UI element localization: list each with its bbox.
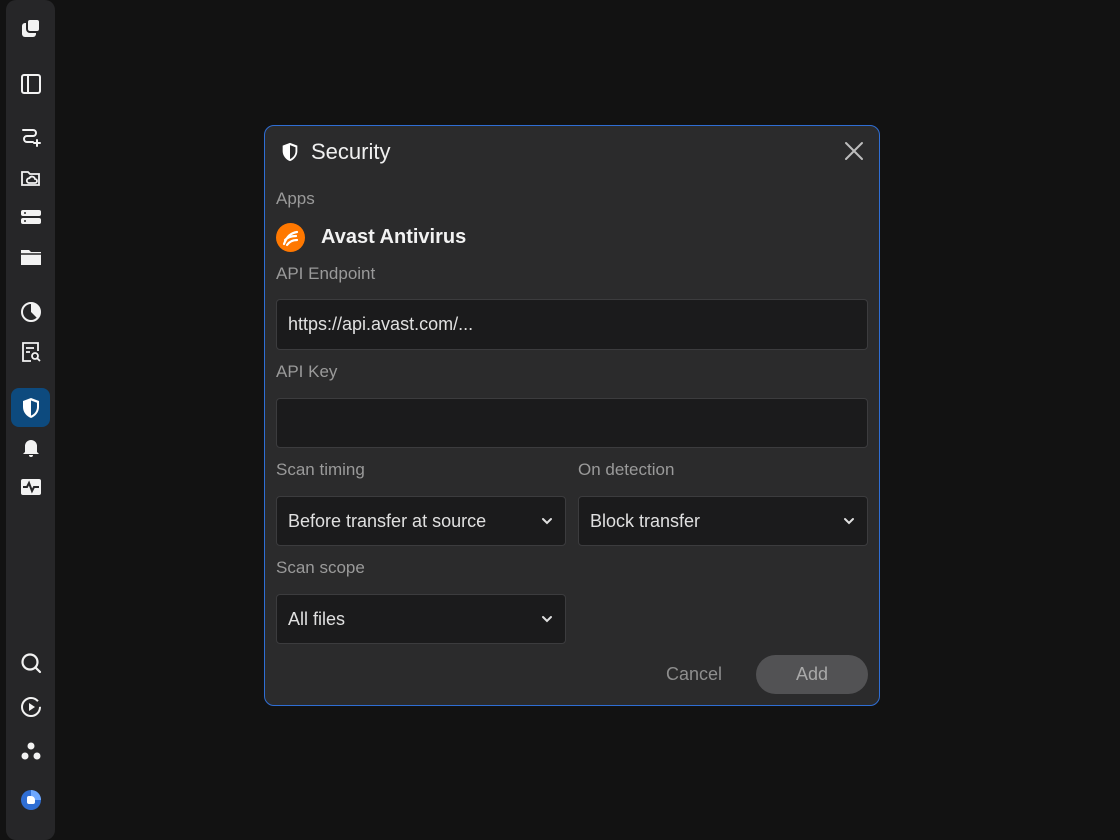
dialog-header: Security	[279, 138, 390, 166]
dialog-title: Security	[311, 139, 391, 164]
scan-scope-label: Scan scope	[276, 558, 365, 577]
api-key-label: API Key	[276, 362, 338, 381]
app-item: Avast Antivirus	[276, 223, 466, 252]
storage-icon[interactable]	[11, 197, 50, 236]
avast-logo-icon	[276, 223, 305, 252]
scan-timing-label: Scan timing	[276, 460, 365, 479]
chevron-down-icon	[542, 518, 552, 525]
endpoint-label: API Endpoint	[276, 264, 376, 283]
stack-logo-icon[interactable]	[11, 8, 50, 47]
brand-logo-icon[interactable]	[11, 780, 50, 819]
cancel-button[interactable]: Cancel	[664, 654, 724, 694]
search-log-icon[interactable]	[11, 332, 50, 371]
scan-timing-value: Before transfer at source	[288, 510, 487, 531]
on-detection-select[interactable]: Block transfer	[578, 496, 868, 546]
shield-icon	[282, 142, 298, 162]
sidebar	[6, 0, 55, 840]
scan-scope-value: All files	[288, 608, 346, 629]
chevron-down-icon	[844, 518, 854, 525]
app-name: Avast Antivirus	[321, 226, 467, 248]
community-icon[interactable]	[11, 732, 50, 771]
api-key-input[interactable]	[276, 398, 868, 448]
on-detection-label: On detection	[578, 460, 675, 479]
endpoint-input[interactable]: https://api.avast.com/...	[276, 299, 868, 350]
on-detection-value: Block transfer	[590, 510, 701, 531]
cloud-folder-icon[interactable]	[11, 158, 50, 197]
scan-scope-select[interactable]: All files	[276, 594, 566, 644]
search-icon[interactable]	[11, 643, 50, 682]
shield-icon[interactable]	[11, 388, 50, 427]
folder-icon[interactable]	[11, 237, 50, 276]
bell-icon[interactable]	[11, 427, 50, 466]
security-dialog: Security Apps Avast Antivirus API Endpoi…	[264, 125, 880, 706]
pie-chart-icon[interactable]	[11, 292, 50, 331]
activity-icon[interactable]	[11, 467, 50, 506]
sidebar-panel-icon[interactable]	[11, 64, 50, 103]
chevron-down-icon	[542, 616, 552, 623]
play-circle-icon[interactable]	[11, 687, 50, 726]
route-add-icon[interactable]	[11, 117, 50, 156]
scan-timing-select[interactable]: Before transfer at source	[276, 496, 566, 546]
close-icon[interactable]	[843, 140, 865, 162]
apps-label: Apps	[276, 189, 315, 208]
add-button[interactable]: Add	[756, 655, 868, 694]
